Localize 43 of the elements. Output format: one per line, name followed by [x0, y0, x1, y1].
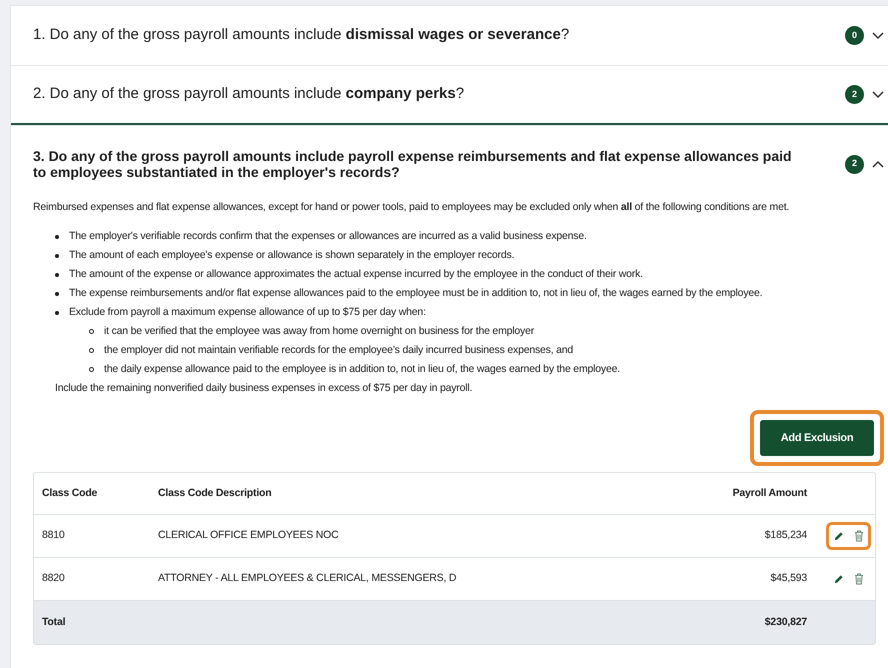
question-title[interactable]: 3. Do any of the gross payroll amounts include payroll expense reimbursements and flat expense allowances paid to employees substantiated in the employer's records?: [33, 148, 845, 180]
column-header: Class Code Description: [158, 486, 272, 501]
note-text: Include the remaining nonverified daily business expenses in excess of $75 per day in payroll.: [54, 381, 474, 396]
table-cell-text: $45,593: [769, 571, 807, 586]
table-cell-text: CLERICAL OFFICE EMPLOYEES NOC: [158, 528, 340, 544]
condition-text: The amount of the expense or allowance approximates the actual expense incurred by the employee in the conduct of their work.: [69, 268, 643, 280]
edit-pencil-icon[interactable]: [833, 530, 844, 542]
count-badge: 0: [845, 26, 864, 45]
condition-text: The amount of each employee's expense or allowance is shown separately in the employer records.: [69, 249, 514, 261]
delete-trash-icon[interactable]: [854, 573, 864, 585]
condition-text: the daily expense allowance paid to the employee is in addition to, not in lieu of, the wages earned by the employee.: [104, 362, 620, 377]
condition-text: the employer did not maintain verifiable records for the employee’s daily incurred business expenses, and: [104, 343, 574, 358]
delete-trash-icon[interactable]: [854, 530, 864, 542]
table-cell-text: 8820: [42, 571, 66, 586]
total-label: Total: [42, 614, 66, 630]
bullet-icon: [55, 254, 59, 258]
bullet-icon: [89, 367, 94, 372]
question-title[interactable]: 2. Do any of the gross payroll amounts include company perks?: [33, 83, 845, 106]
column-header: Class Code: [42, 486, 98, 501]
add-exclusion-button[interactable]: Add Exclusion: [760, 420, 874, 456]
table-cell-text: ATTORNEY - ALL EMPLOYEES & CLERICAL, MESSENGERS, D: [158, 571, 458, 586]
total-amount: $230,827: [764, 614, 807, 630]
condition-text: it can be verified that the employee was away from home overnight on business for the employer: [104, 324, 534, 339]
condition-text: The employer's verifiable records confirm that the expenses or allowances are incurred as a valid business expense.: [69, 230, 587, 242]
collapse-chevron-icon[interactable]: [872, 160, 884, 168]
count-badge: 2: [845, 85, 864, 104]
bullet-icon: [55, 235, 59, 239]
bullet-icon: [55, 311, 59, 315]
question-title[interactable]: 1. Do any of the gross payroll amounts include dismissal wages or severance?: [33, 24, 845, 47]
bullet-icon: [55, 273, 59, 277]
table-cell-text: 8810: [42, 528, 66, 544]
count-badge: 2: [845, 154, 864, 174]
condition-text: Exclude from payroll a maximum expense allowance of up to $75 per day when:: [69, 306, 426, 318]
table-cell-text: $185,234: [764, 528, 807, 544]
bullet-icon: [89, 348, 94, 353]
expand-chevron-icon[interactable]: [872, 90, 884, 98]
intro-paragraph: Reimbursed expenses and flat expense allowances, except for hand or power tools, paid to employees may be excluded only when all of the following conditions are met.: [33, 200, 790, 215]
expand-chevron-icon[interactable]: [872, 32, 884, 40]
condition-text: The expense reimbursements and/or flat expense allowances paid to the employee must be in addition to, not in lieu of, the wages earned by the employee.: [69, 287, 762, 299]
edit-pencil-icon[interactable]: [833, 574, 844, 584]
column-header: Payroll Amount: [732, 486, 807, 501]
bullet-icon: [89, 329, 94, 334]
bullet-icon: [55, 292, 59, 296]
